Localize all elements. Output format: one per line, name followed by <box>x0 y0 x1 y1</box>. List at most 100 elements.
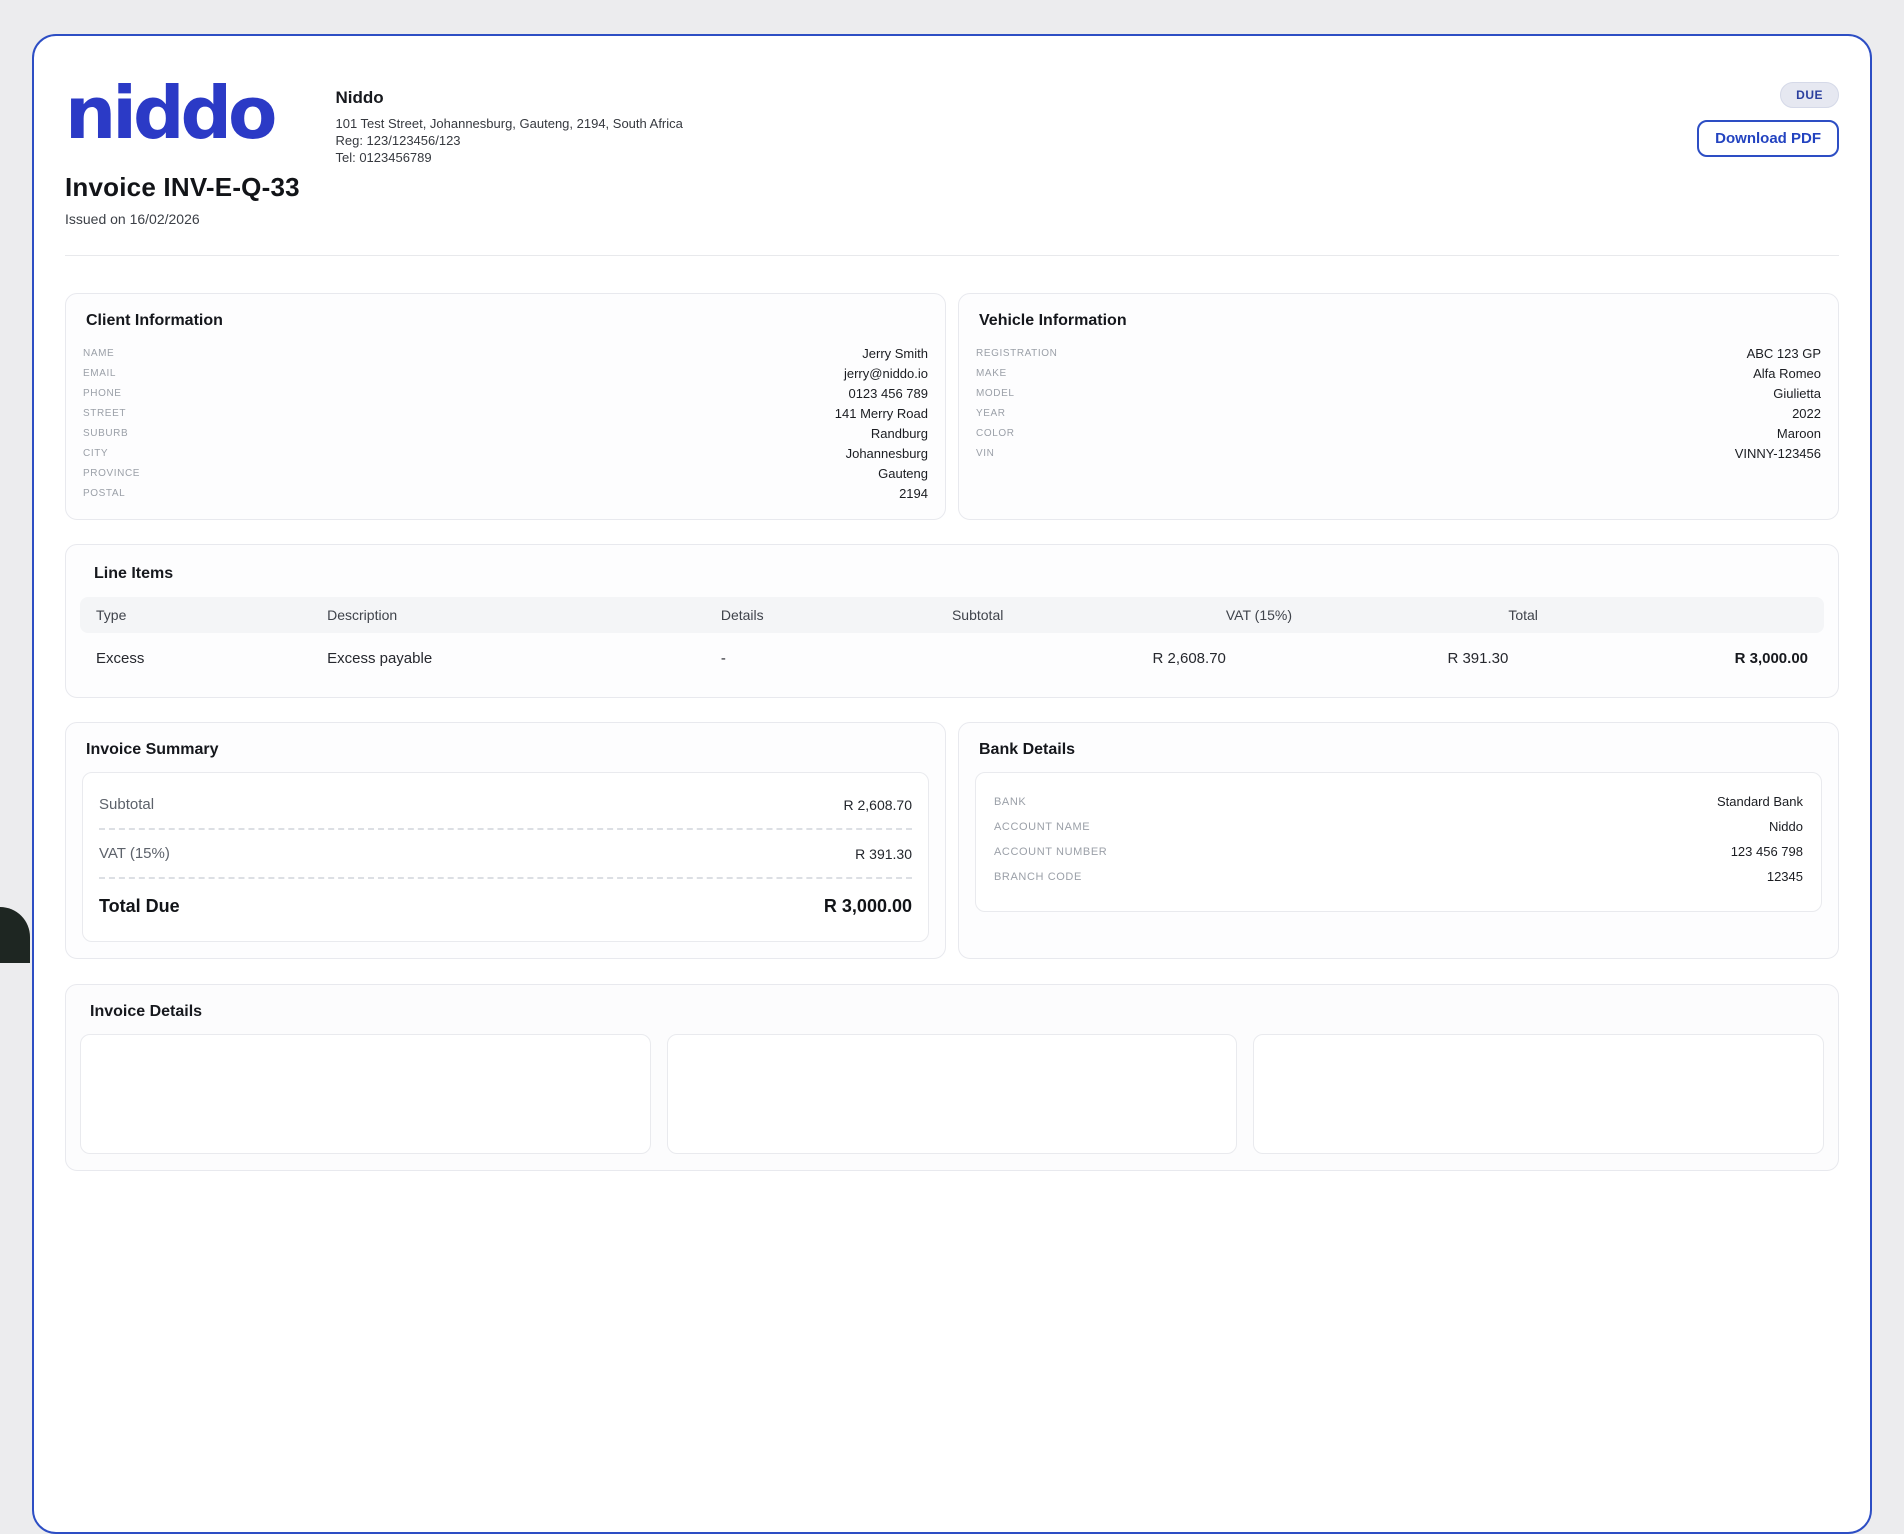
field-label: CITY <box>83 448 108 459</box>
column-header-type: Type <box>96 607 327 623</box>
line-items-card: Line Items Type Description Details Subt… <box>65 544 1839 698</box>
invoice-details-title: Invoice Details <box>90 1003 1824 1021</box>
field-label: STREET <box>83 408 126 419</box>
vehicle-row-registration: REGISTRATION ABC 123 GP <box>973 343 1824 363</box>
vehicle-row-make: MAKE Alfa Romeo <box>973 363 1824 383</box>
invoice-details-grid <box>80 1034 1824 1154</box>
field-value: Niddo <box>1769 819 1803 834</box>
client-row-city: CITY Johannesburg <box>80 443 931 463</box>
line-items-title: Line Items <box>94 565 1824 583</box>
cell-vat: R 391.30 <box>1226 650 1508 667</box>
niddo-logo: niddo <box>65 70 273 156</box>
client-row-postal: POSTAL 2194 <box>80 483 931 503</box>
summary-label: Subtotal <box>99 796 154 813</box>
field-value: Standard Bank <box>1717 794 1803 809</box>
field-value: Randburg <box>871 426 928 441</box>
client-row-province: PROVINCE Gauteng <box>80 463 931 483</box>
invoice-summary-panel: Subtotal R 2,608.70 VAT (15%) R 391.30 T… <box>82 772 929 942</box>
info-cards-row: Client Information NAME Jerry Smith EMAI… <box>65 293 1839 520</box>
invoice-summary-card: Invoice Summary Subtotal R 2,608.70 VAT … <box>65 722 946 959</box>
total-due-value: R 3,000.00 <box>824 896 912 917</box>
vehicle-row-vin: VIN VINNY-123456 <box>973 443 1824 463</box>
line-items-header-row: Type Description Details Subtotal VAT (1… <box>80 597 1824 633</box>
cell-total: R 3,000.00 <box>1508 650 1808 667</box>
status-badge: DUE <box>1780 82 1839 108</box>
client-row-email: EMAIL jerry@niddo.io <box>80 363 931 383</box>
field-label: BANK <box>994 796 1026 808</box>
bank-row-bank: BANK Standard Bank <box>994 789 1803 814</box>
field-value: 0123 456 789 <box>848 386 928 401</box>
field-label: NAME <box>83 348 114 359</box>
header-actions: DUE Download PDF <box>1697 70 1839 157</box>
header-divider <box>65 255 1839 256</box>
bank-details-title: Bank Details <box>979 741 1824 759</box>
field-value: Gauteng <box>878 466 928 481</box>
field-value: 12345 <box>1767 869 1803 884</box>
page-header: niddo Niddo 101 Test Street, Johannesbur… <box>65 70 1839 166</box>
invoice-details-card: Invoice Details <box>65 984 1839 1171</box>
invoice-details-subcard <box>667 1034 1238 1154</box>
download-pdf-button[interactable]: Download PDF <box>1697 120 1839 157</box>
company-info: Niddo 101 Test Street, Johannesburg, Gau… <box>335 70 682 166</box>
summary-row-vat: VAT (15%) R 391.30 <box>99 830 912 879</box>
cell-type: Excess <box>96 650 327 667</box>
client-information-title: Client Information <box>86 312 931 330</box>
field-value: 123 456 798 <box>1731 844 1803 859</box>
invoice-page-card: niddo Niddo 101 Test Street, Johannesbur… <box>32 34 1872 1534</box>
issued-date: Issued on 16/02/2026 <box>65 211 1839 227</box>
summary-value: R 2,608.70 <box>844 797 913 813</box>
field-label: COLOR <box>976 428 1015 439</box>
field-label: YEAR <box>976 408 1006 419</box>
field-label: MAKE <box>976 368 1007 379</box>
field-value: VINNY-123456 <box>1735 446 1821 461</box>
corner-overlay-shape <box>0 907 30 963</box>
field-value: 2194 <box>899 486 928 501</box>
total-due-label: Total Due <box>99 896 180 917</box>
field-value: 141 Merry Road <box>835 406 928 421</box>
company-name: Niddo <box>335 88 682 108</box>
field-value: Giulietta <box>1773 386 1821 401</box>
field-label: EMAIL <box>83 368 116 379</box>
summary-label: VAT (15%) <box>99 845 170 862</box>
field-label: PROVINCE <box>83 468 140 479</box>
vehicle-information-title: Vehicle Information <box>979 312 1824 330</box>
bank-row-account-number: ACCOUNT NUMBER 123 456 798 <box>994 839 1803 864</box>
column-header-description: Description <box>327 607 721 623</box>
bank-details-panel: BANK Standard Bank ACCOUNT NAME Niddo AC… <box>975 772 1822 912</box>
field-label: ACCOUNT NAME <box>994 821 1090 833</box>
field-value: Maroon <box>1777 426 1821 441</box>
client-information-card: Client Information NAME Jerry Smith EMAI… <box>65 293 946 520</box>
bank-row-account-name: ACCOUNT NAME Niddo <box>994 814 1803 839</box>
column-header-subtotal: Subtotal <box>952 607 1226 623</box>
field-value: ABC 123 GP <box>1747 346 1821 361</box>
column-header-vat: VAT (15%) <box>1226 607 1508 623</box>
summary-value: R 391.30 <box>855 846 912 862</box>
field-label: POSTAL <box>83 488 125 499</box>
field-label: VIN <box>976 448 994 459</box>
cell-description: Excess payable <box>327 650 721 667</box>
company-reg: Reg: 123/123456/123 <box>335 132 682 149</box>
field-value: Johannesburg <box>846 446 928 461</box>
column-header-total: Total <box>1508 607 1808 623</box>
field-label: PHONE <box>83 388 122 399</box>
invoice-details-subcard <box>1253 1034 1824 1154</box>
field-label: MODEL <box>976 388 1015 399</box>
field-label: SUBURB <box>83 428 128 439</box>
field-value: Jerry Smith <box>862 346 928 361</box>
column-header-details: Details <box>721 607 952 623</box>
summary-row-total-due: Total Due R 3,000.00 <box>99 879 912 931</box>
field-value: jerry@niddo.io <box>844 366 928 381</box>
cell-details: - <box>721 650 952 667</box>
field-value: Alfa Romeo <box>1753 366 1821 381</box>
page-title: Invoice INV-E-Q-33 <box>65 172 1839 203</box>
summary-bank-row: Invoice Summary Subtotal R 2,608.70 VAT … <box>65 722 1839 959</box>
vehicle-row-model: MODEL Giulietta <box>973 383 1824 403</box>
field-label: ACCOUNT NUMBER <box>994 846 1107 858</box>
vehicle-row-color: COLOR Maroon <box>973 423 1824 443</box>
field-label: BRANCH CODE <box>994 871 1082 883</box>
company-address: 101 Test Street, Johannesburg, Gauteng, … <box>335 115 682 132</box>
summary-row-subtotal: Subtotal R 2,608.70 <box>99 781 912 830</box>
cell-subtotal: R 2,608.70 <box>952 650 1226 667</box>
invoice-summary-title: Invoice Summary <box>86 741 931 759</box>
table-row: Excess Excess payable - R 2,608.70 R 391… <box>80 633 1824 683</box>
